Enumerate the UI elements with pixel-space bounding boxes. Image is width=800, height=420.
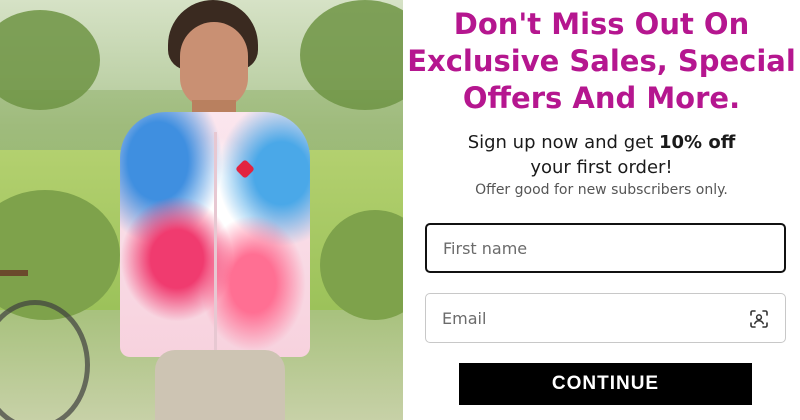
jersey-logo bbox=[235, 159, 255, 179]
jersey-zipper bbox=[214, 132, 217, 352]
hero-image bbox=[0, 0, 403, 420]
cyclist-figure bbox=[110, 0, 320, 420]
email-field[interactable] bbox=[425, 293, 786, 343]
cycling-shorts bbox=[155, 350, 285, 420]
signup-panel: Don't Miss Out On Exclusive Sales, Speci… bbox=[403, 0, 800, 420]
headline-line: Offers And More. bbox=[462, 81, 741, 115]
signup-prefix: Sign up now and get bbox=[467, 132, 659, 153]
signup-offer-line: Sign up now and get 10% off bbox=[403, 130, 800, 155]
headline-line: Don't Miss Out On bbox=[453, 7, 750, 41]
first-name-field[interactable] bbox=[425, 223, 786, 273]
signup-suffix: your first order! bbox=[530, 157, 673, 178]
cyclist-face bbox=[180, 22, 248, 108]
bike-wheel bbox=[0, 300, 90, 420]
contact-scan-icon[interactable] bbox=[749, 309, 769, 329]
discount-amount: 10% off bbox=[658, 132, 736, 153]
continue-button[interactable]: CONTINUE bbox=[459, 363, 752, 405]
bike-handlebar bbox=[0, 270, 28, 276]
floral-jersey bbox=[120, 112, 310, 357]
popup-headline: Don't Miss Out On Exclusive Sales, Speci… bbox=[403, 6, 800, 117]
signup-offer-text: Sign up now and get 10% off your first o… bbox=[403, 130, 800, 180]
offer-note: Offer good for new subscribers only. bbox=[475, 182, 728, 198]
headline-line: Exclusive Sales, Special bbox=[407, 44, 796, 78]
